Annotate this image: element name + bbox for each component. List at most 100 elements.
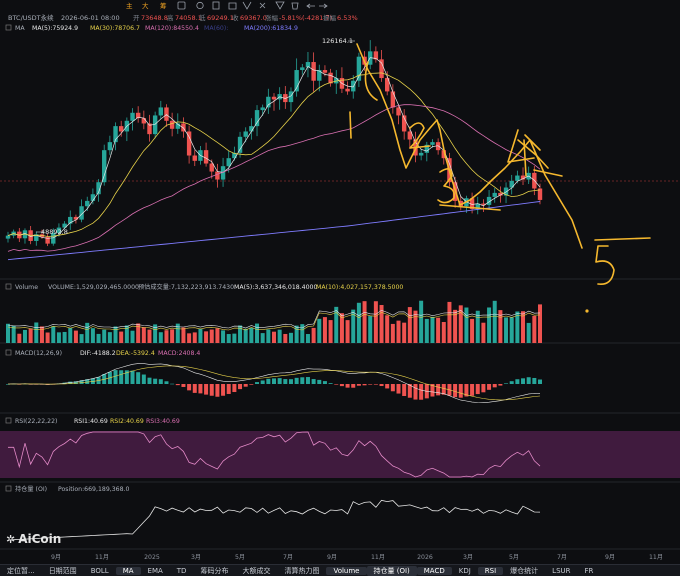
macd-value: MACD:2408.4 xyxy=(158,350,200,357)
macd-bar xyxy=(198,384,203,394)
candle-body xyxy=(5,235,11,239)
indicator-tab[interactable]: MA xyxy=(115,566,141,575)
volume-bar xyxy=(6,323,10,343)
filter-icon[interactable] xyxy=(275,1,285,10)
toolbar-chips[interactable]: 筹 xyxy=(160,1,167,10)
toolbar-big[interactable]: 大 xyxy=(142,1,149,10)
candle-body xyxy=(192,155,197,161)
x-tick-label: 5月 xyxy=(235,554,245,561)
volume-bar xyxy=(396,320,401,343)
macd-bar xyxy=(311,379,316,384)
x-tick-label: 3月 xyxy=(191,554,201,561)
volume-bar xyxy=(260,333,265,343)
macd-dea: DEA:-5392.4 xyxy=(116,350,155,357)
volume-bar xyxy=(119,331,124,343)
macd-bar xyxy=(158,379,163,384)
macd-dif: DIF:-4188.2 xyxy=(80,350,116,357)
frame-icon[interactable] xyxy=(228,2,237,10)
ma5-line xyxy=(7,57,541,239)
redo-icon[interactable] xyxy=(319,3,328,9)
candle-body xyxy=(85,200,90,207)
candle-body xyxy=(130,112,135,121)
indicator-tab[interactable]: BOLL xyxy=(84,567,116,575)
macd-bar xyxy=(538,379,542,384)
indicator-tab[interactable]: TD xyxy=(170,567,194,575)
volume-bar xyxy=(441,321,446,343)
volume-bar xyxy=(277,329,282,343)
x-tick-label: 2025 xyxy=(144,554,160,561)
volume-bar xyxy=(90,328,95,343)
indicator-tab[interactable]: RSI xyxy=(477,566,504,575)
layout-icon[interactable] xyxy=(177,1,186,10)
oi-position: Position:669,189,368.0 xyxy=(58,486,130,493)
handwriting xyxy=(349,43,651,313)
indicator-tab[interactable]: 持仓量 (OI) xyxy=(366,565,417,576)
indicator-tab[interactable]: KDJ xyxy=(452,567,478,575)
macd-bar xyxy=(334,384,339,385)
macd-bar xyxy=(260,380,265,384)
trash-icon[interactable] xyxy=(291,2,299,10)
volume-bar xyxy=(102,329,107,343)
copy-icon[interactable] xyxy=(212,1,220,10)
toolbar-main[interactable]: 主 xyxy=(126,1,133,10)
volume-bar xyxy=(17,333,22,343)
volume-bar xyxy=(345,320,350,343)
volume-bar xyxy=(447,301,452,343)
macd-bar xyxy=(351,384,356,388)
aicoin-logo: ✲ AiCoin xyxy=(6,532,62,546)
macd-bar xyxy=(215,384,220,397)
macd-bar xyxy=(526,377,531,384)
indicator-tab[interactable]: LSUR xyxy=(545,567,577,575)
tools-icon[interactable] xyxy=(259,2,266,9)
macd-bar xyxy=(481,384,486,393)
oi-toggle-icon[interactable] xyxy=(5,485,12,492)
candle-body xyxy=(169,120,175,129)
candle-body xyxy=(237,136,243,153)
indicator-tab[interactable]: 日期范围 xyxy=(42,566,84,576)
volume-bar xyxy=(130,330,135,343)
draw-icon[interactable] xyxy=(242,1,252,10)
indicator-tab[interactable]: 爆仓统计 xyxy=(503,566,545,576)
volume-toggle-icon[interactable] xyxy=(5,283,12,290)
ma-toggle-icon[interactable] xyxy=(5,24,12,31)
x-tick-label: 9月 xyxy=(51,554,61,561)
indicator-tab[interactable]: 大额成交 xyxy=(235,566,277,576)
undo-icon[interactable] xyxy=(306,3,315,9)
indicator-tab[interactable]: Volume xyxy=(326,566,367,575)
volume-forecast: 预估成交量:7,132,223,913.7430 xyxy=(138,283,234,291)
macd-bar xyxy=(521,378,526,384)
candle-body xyxy=(266,96,271,108)
volume-bar xyxy=(464,307,469,343)
candle-body xyxy=(164,107,169,121)
volume-bar xyxy=(11,325,16,343)
indicator-tab[interactable]: 定位暂... xyxy=(0,566,42,576)
symbol-label: BTC/USDT永续 xyxy=(8,13,54,22)
macd-bar xyxy=(187,384,192,391)
rsi-toggle-icon[interactable] xyxy=(5,417,12,424)
volume-bar xyxy=(141,327,146,343)
macd-bar xyxy=(441,384,446,395)
indicator-tab[interactable]: 清算热力图 xyxy=(277,566,326,576)
macd-bar xyxy=(379,384,384,387)
volume-bar xyxy=(328,320,333,343)
indicator-tab[interactable]: 筹码分布 xyxy=(193,566,235,576)
volume-bar xyxy=(430,316,435,343)
settings-icon[interactable] xyxy=(196,1,204,10)
candle-body xyxy=(243,131,248,137)
indicator-tab[interactable]: MACD xyxy=(416,566,452,575)
indicator-tab[interactable]: EMA xyxy=(141,567,170,575)
macd-bar xyxy=(453,384,458,398)
candle-body xyxy=(390,91,396,108)
candle-body xyxy=(345,88,350,92)
toolbar-icons[interactable] xyxy=(177,1,328,10)
macd-toggle-icon[interactable] xyxy=(5,349,12,356)
macd-bar xyxy=(532,377,537,384)
candle-body xyxy=(418,152,424,156)
macd-bar xyxy=(509,381,514,384)
volume-bar xyxy=(470,318,475,343)
macd-bar xyxy=(470,384,475,396)
amp-label: 振幅 xyxy=(323,13,337,22)
x-tick-label: 9月 xyxy=(605,554,615,561)
volume-bar xyxy=(368,316,373,343)
indicator-tab[interactable]: FR xyxy=(578,567,601,575)
